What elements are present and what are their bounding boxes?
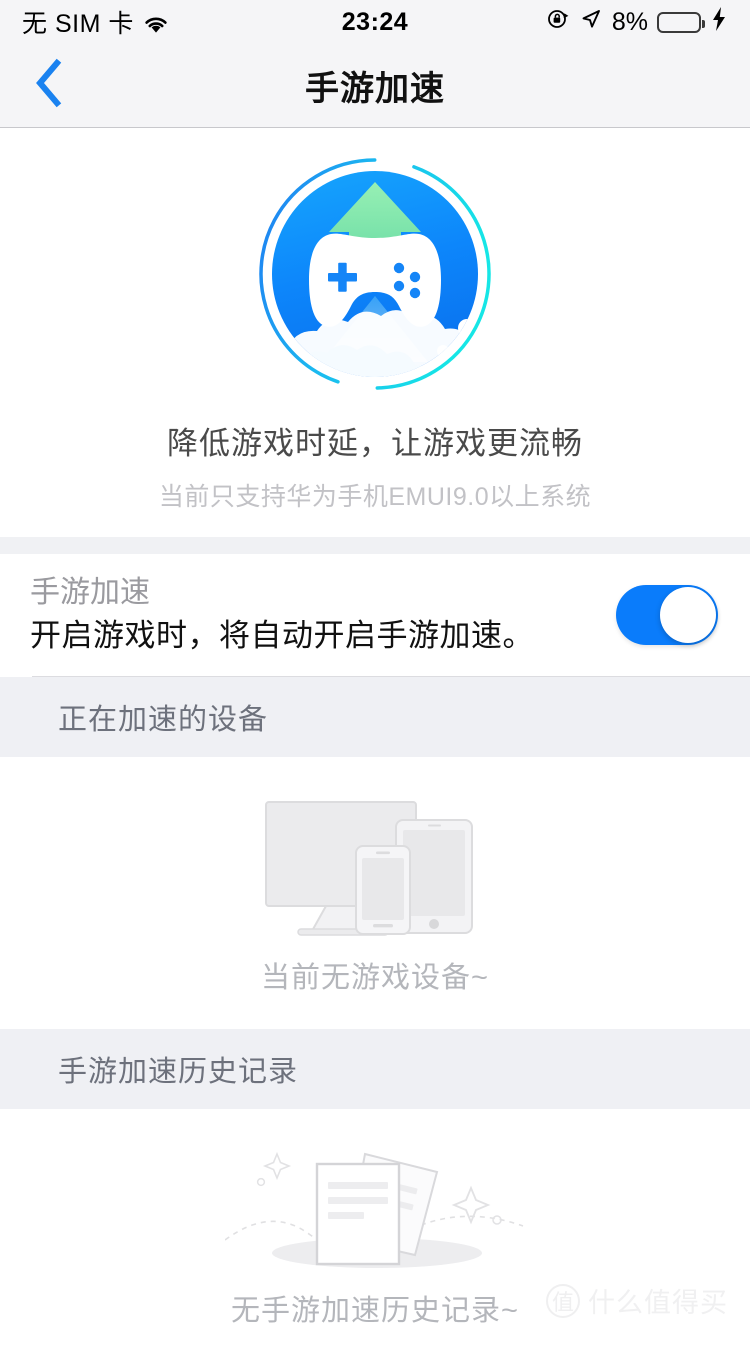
game-boost-toggle-row[interactable]: 手游加速 开启游戏时，将自动开启手游加速。 (0, 554, 750, 676)
nav-bar: 手游加速 (0, 44, 750, 128)
hero-section: 降低游戏时延，让游戏更流畅 当前只支持华为手机EMUI9.0以上系统 (0, 128, 750, 537)
watermark-badge: 值 (546, 1283, 580, 1318)
devices-monitor-tablet-phone-icon (260, 798, 490, 948)
status-bar: 无 SIM 卡 23:24 8% (0, 0, 750, 44)
toggle-row-texts: 手游加速 开启游戏时，将自动开启手游加速。 (30, 574, 616, 656)
hero-subtitle: 当前只支持华为手机EMUI9.0以上系统 (158, 483, 592, 511)
section-header-devices: 正在加速的设备 (0, 677, 750, 757)
hero-title: 降低游戏时延，让游戏更流畅 (167, 426, 583, 461)
clock-label: 23:24 (341, 7, 409, 36)
empty-state-devices-label: 当前无游戏设备~ (261, 962, 489, 994)
battery-icon (657, 11, 705, 33)
empty-state-devices: 当前无游戏设备~ (0, 757, 750, 1029)
game-boost-switch[interactable] (616, 585, 718, 645)
toggle-row-title: 手游加速 (30, 576, 150, 610)
battery-percent-label: 8% (611, 7, 648, 36)
app-screen: 无 SIM 卡 23:24 8% 手游加速 降低游戏时延，让游戏更流畅 当前只支… (0, 0, 750, 1349)
section-gap (0, 537, 750, 554)
watermark-text: 什么值得买 (588, 1288, 728, 1318)
switch-knob (660, 587, 716, 643)
location-arrow-icon (579, 7, 603, 38)
game-boost-rocket-icon (245, 146, 505, 396)
section-header-history-label: 手游加速历史记录 (58, 1056, 299, 1088)
section-header-history: 手游加速历史记录 (0, 1029, 750, 1109)
empty-state-history-label: 无手游加速历史记录~ (231, 1294, 519, 1327)
status-bar-right: 8% (546, 6, 728, 39)
section-header-devices-label: 正在加速的设备 (58, 704, 269, 736)
page-title: 手游加速 (305, 70, 445, 108)
lightning-bolt-icon (710, 6, 728, 39)
watermark: 值 什么值得买 (546, 1281, 728, 1320)
rotation-lock-icon (546, 7, 570, 38)
toggle-row-subtitle: 开启游戏时，将自动开启手游加速。 (30, 617, 534, 653)
documents-papers-icon (224, 1130, 525, 1285)
